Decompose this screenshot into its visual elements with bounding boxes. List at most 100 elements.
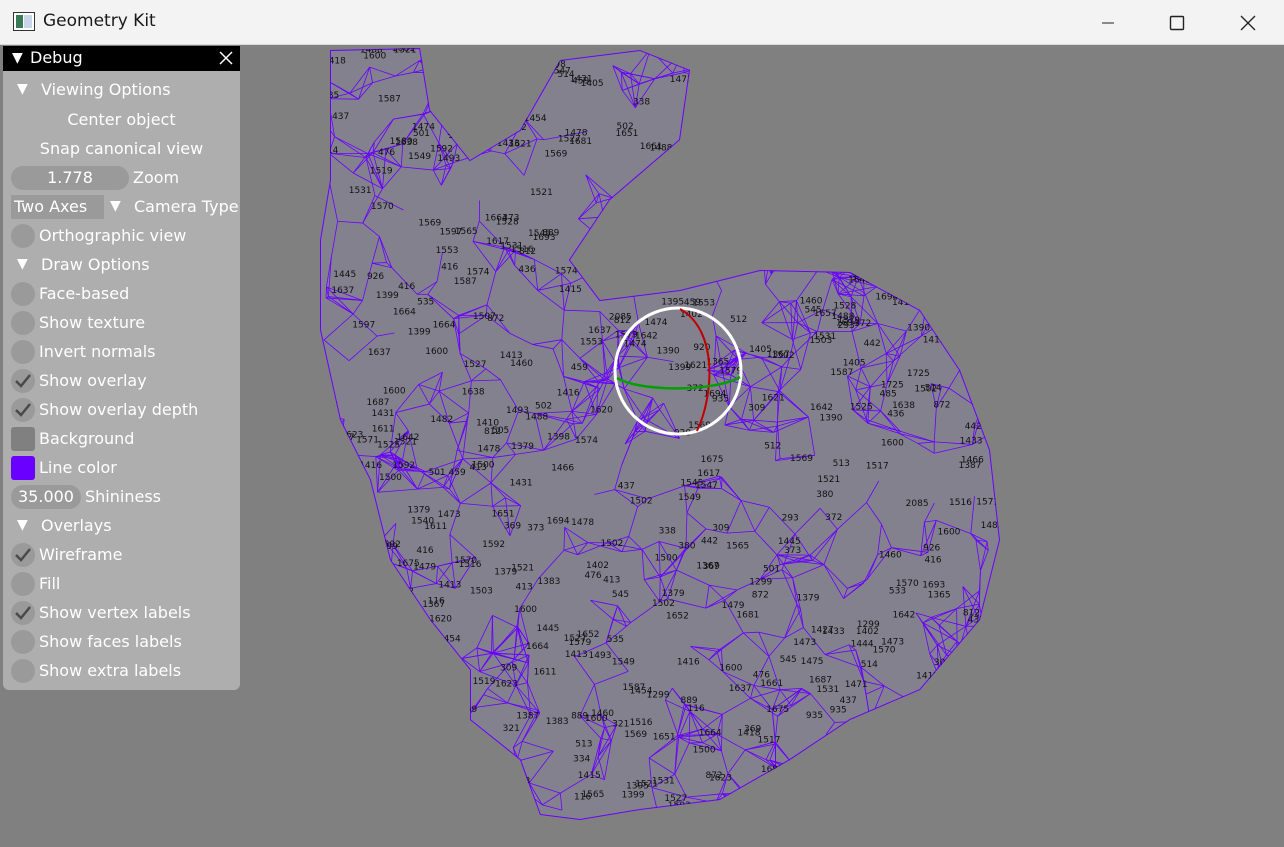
checkbox[interactable] — [11, 572, 35, 596]
snap-canonical-view-button[interactable]: Snap canonical view — [3, 137, 240, 163]
close-button[interactable] — [1213, 0, 1283, 45]
mesh-edge — [775, 767, 797, 789]
vertex-label: 512 — [764, 442, 781, 452]
mesh-edge — [773, 222, 802, 241]
mesh-wireframe — [320, 48, 1000, 820]
checkbox[interactable] — [11, 659, 35, 683]
vertex-label: 1569 — [454, 705, 477, 715]
mesh-edge — [774, 112, 776, 152]
panel-close-icon[interactable] — [217, 49, 235, 67]
line-color-swatch[interactable] — [11, 456, 35, 480]
vertex-label: 535 — [417, 298, 434, 308]
vertex-label: 1299 — [366, 787, 389, 797]
mesh-edge — [770, 239, 775, 275]
mesh-edge — [471, 49, 475, 69]
checkbox[interactable] — [11, 369, 35, 393]
mesh-edge — [988, 322, 993, 339]
mesh-edge — [948, 227, 976, 245]
vertex-label: 501 — [763, 564, 780, 574]
mesh-edge — [941, 258, 944, 271]
mesh-edge — [786, 60, 796, 64]
face-based-checkbox[interactable]: Face-based — [3, 282, 240, 308]
maximize-button[interactable] — [1142, 0, 1212, 45]
checkbox[interactable] — [11, 398, 35, 422]
vertex-label: 1600 — [425, 347, 448, 357]
checkbox[interactable] — [11, 340, 35, 364]
background-color-row[interactable]: Background — [3, 427, 240, 453]
vertex-label: 512 — [397, 587, 414, 597]
mesh-edge — [981, 410, 998, 431]
show-texture-checkbox[interactable]: Show texture — [3, 311, 240, 337]
vertex-label: 1416 — [557, 389, 580, 399]
checkbox[interactable] — [11, 601, 35, 625]
section-viewing-options[interactable]: ▼ Viewing Options — [3, 78, 240, 104]
shininess-input[interactable]: 35.000 — [11, 485, 81, 509]
invert-normals-checkbox[interactable]: Invert normals — [3, 340, 240, 366]
vertex-label: 1553 — [580, 337, 603, 347]
dropdown-arrow-icon[interactable]: ▼ — [110, 198, 121, 214]
checkbox-label: Show overlay depth — [39, 400, 199, 419]
vertex-label: 1502 — [630, 497, 653, 507]
mesh-edge — [975, 652, 998, 671]
section-draw-options[interactable]: ▼ Draw Options — [3, 253, 240, 279]
mesh-edge — [344, 654, 350, 661]
vertex-label: 502 — [480, 789, 497, 799]
zoom-input[interactable]: 1.778 — [11, 166, 129, 190]
vertex-label: 1474 — [643, 272, 666, 282]
line-color-row[interactable]: Line color — [3, 456, 240, 482]
mesh-edge — [366, 666, 397, 678]
checkbox[interactable] — [11, 311, 35, 335]
vertex-label: 309 — [712, 523, 729, 533]
show-overlay-checkbox[interactable]: Show overlay — [3, 369, 240, 395]
show-overlay-depth-checkbox[interactable]: Show overlay depth — [3, 398, 240, 424]
mesh-edge — [802, 774, 817, 786]
vertex-label: 1527 — [464, 360, 487, 370]
mesh-edge — [416, 677, 422, 691]
fill-checkbox[interactable]: Fill — [3, 572, 240, 598]
show-extra-labels-checkbox[interactable]: Show extra labels — [3, 659, 240, 685]
vertex-label: 1399 — [408, 327, 431, 337]
section-overlays[interactable]: ▼ Overlays — [3, 514, 240, 540]
vertex-label: 1416 — [359, 461, 382, 471]
wireframe-checkbox[interactable]: Wireframe — [3, 543, 240, 569]
mesh-edge — [920, 53, 949, 58]
orthographic-view-checkbox[interactable]: Orthographic view — [3, 224, 240, 250]
minimize-button[interactable] — [1073, 0, 1143, 45]
show-vertex-labels-checkbox[interactable]: Show vertex labels — [3, 601, 240, 627]
mesh-edge — [436, 743, 473, 753]
vertex-label: 1681 — [826, 203, 849, 213]
vertex-label: 505 — [997, 308, 1014, 318]
mesh-edge — [333, 477, 339, 516]
vertex-label: 1569 — [422, 653, 445, 663]
checkbox[interactable] — [11, 224, 35, 248]
mesh-edge — [829, 89, 855, 98]
mesh-edge — [358, 754, 374, 781]
mesh-edge — [877, 181, 903, 206]
vertex-label: 1517 — [670, 816, 693, 826]
center-object-button[interactable]: Center object — [3, 108, 240, 134]
mesh-edge — [342, 729, 361, 766]
mesh-edge — [343, 757, 379, 773]
vertex-label: 1413 — [438, 580, 461, 590]
vertex-label: 1387 — [516, 712, 539, 722]
camera-type-select[interactable]: Two Axes — [11, 195, 104, 219]
mesh-edge — [341, 548, 362, 569]
mesh-edge — [812, 113, 815, 153]
mesh-edge — [967, 338, 990, 357]
vertex-label: 309 — [500, 663, 517, 673]
show-faces-labels-checkbox[interactable]: Show faces labels — [3, 630, 240, 656]
vertex-label: 1725 — [368, 593, 391, 603]
collapse-arrow-icon[interactable]: ▼ — [12, 50, 23, 66]
mesh-edge — [370, 730, 374, 756]
checkbox[interactable] — [11, 630, 35, 654]
mesh-edge — [707, 212, 715, 230]
mesh-edge — [337, 701, 341, 705]
panel-header[interactable]: ▼ Debug — [3, 46, 240, 71]
mesh-edge — [715, 802, 751, 820]
checkbox[interactable] — [11, 543, 35, 567]
vertex-label: 1466 — [990, 297, 1013, 307]
vertex-label: 1460 — [879, 551, 902, 561]
mesh-edge — [695, 79, 716, 114]
checkbox[interactable] — [11, 282, 35, 306]
background-color-swatch[interactable] — [11, 427, 35, 451]
